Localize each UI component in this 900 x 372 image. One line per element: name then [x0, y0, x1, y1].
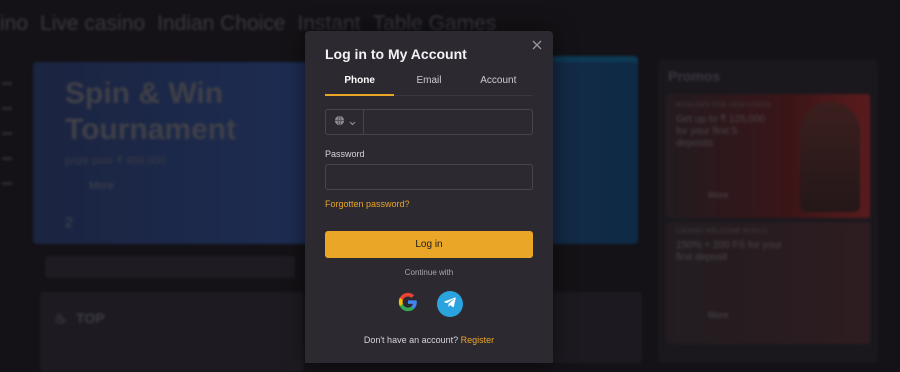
top-section-title: TOP — [76, 310, 105, 326]
telegram-icon — [443, 295, 457, 314]
continue-with-label: Continue with — [404, 268, 454, 277]
tab-phone[interactable]: Phone — [325, 75, 395, 96]
nav-item-live-casino[interactable]: Live casino — [40, 12, 145, 42]
promo-tag: CASINO WELCOME BONUS — [676, 228, 768, 235]
chevron-down-icon — [349, 113, 356, 131]
forgot-password-link[interactable]: Forgotten password? — [325, 199, 410, 209]
hero-counter: 2 — [65, 214, 73, 230]
tab-account[interactable]: Account — [464, 75, 533, 95]
hero-more-link[interactable]: More — [89, 180, 114, 192]
google-icon — [397, 291, 419, 318]
promo-image — [800, 102, 860, 212]
search-strip[interactable] — [45, 256, 295, 278]
promo-text: 150% + 200 FS for your first deposit — [676, 240, 782, 263]
modal-title: Log in to My Account — [325, 46, 467, 62]
promo-more-link[interactable]: More — [708, 310, 729, 320]
globe-icon — [334, 113, 345, 131]
close-icon[interactable] — [531, 39, 543, 51]
promo-card[interactable]: BONUSES FOR NEW USERS Get up to ₹ 125,00… — [666, 94, 870, 218]
login-button[interactable]: Log in — [325, 231, 533, 258]
telegram-login-button[interactable] — [437, 291, 463, 317]
register-link[interactable]: Register — [461, 335, 495, 345]
country-code-select[interactable] — [325, 109, 363, 135]
google-login-button[interactable] — [395, 291, 421, 317]
nav-item-casino[interactable]: ino — [0, 12, 28, 42]
social-login-buttons — [395, 291, 463, 317]
promo-text: Get up to ₹ 125,000 for your first 5 dep… — [676, 114, 766, 149]
top-games-panel: ♨ TOP — [40, 292, 304, 372]
sidebar-strip — [0, 60, 18, 360]
promos-title: Promos — [668, 68, 721, 84]
game-tile[interactable] — [552, 292, 642, 363]
sidebar-item[interactable] — [2, 82, 12, 85]
fire-icon: ♨ — [54, 310, 67, 326]
sidebar-item[interactable] — [2, 107, 12, 110]
sidebar-item[interactable] — [2, 132, 12, 135]
tab-email[interactable]: Email — [394, 75, 463, 95]
password-field[interactable] — [325, 164, 533, 190]
promo-card[interactable]: CASINO WELCOME BONUS 150% + 200 FS for y… — [666, 222, 870, 344]
phone-row — [325, 109, 533, 135]
promos-panel: Promos BONUSES FOR NEW USERS Get up to ₹… — [658, 60, 878, 363]
register-prompt: Don't have an account? — [363, 335, 459, 345]
login-method-tabs: Phone Email Account — [325, 75, 533, 96]
nav-item-indian-choice[interactable]: Indian Choice — [157, 12, 285, 42]
sidebar-item[interactable] — [2, 182, 12, 185]
register-line: Don't have an account? Register — [305, 335, 553, 345]
hero-subtitle: prize pool ₹ 450 000 — [65, 155, 166, 167]
password-label: Password — [325, 149, 365, 159]
promo-more-link[interactable]: More — [708, 190, 729, 200]
promo-tag: BONUSES FOR NEW USERS — [676, 102, 772, 109]
hero-title: Spin & Win Tournament — [65, 77, 237, 146]
login-modal: Log in to My Account Phone Email Account… — [305, 31, 553, 363]
sidebar-item[interactable] — [2, 157, 12, 160]
phone-input[interactable] — [363, 109, 533, 135]
